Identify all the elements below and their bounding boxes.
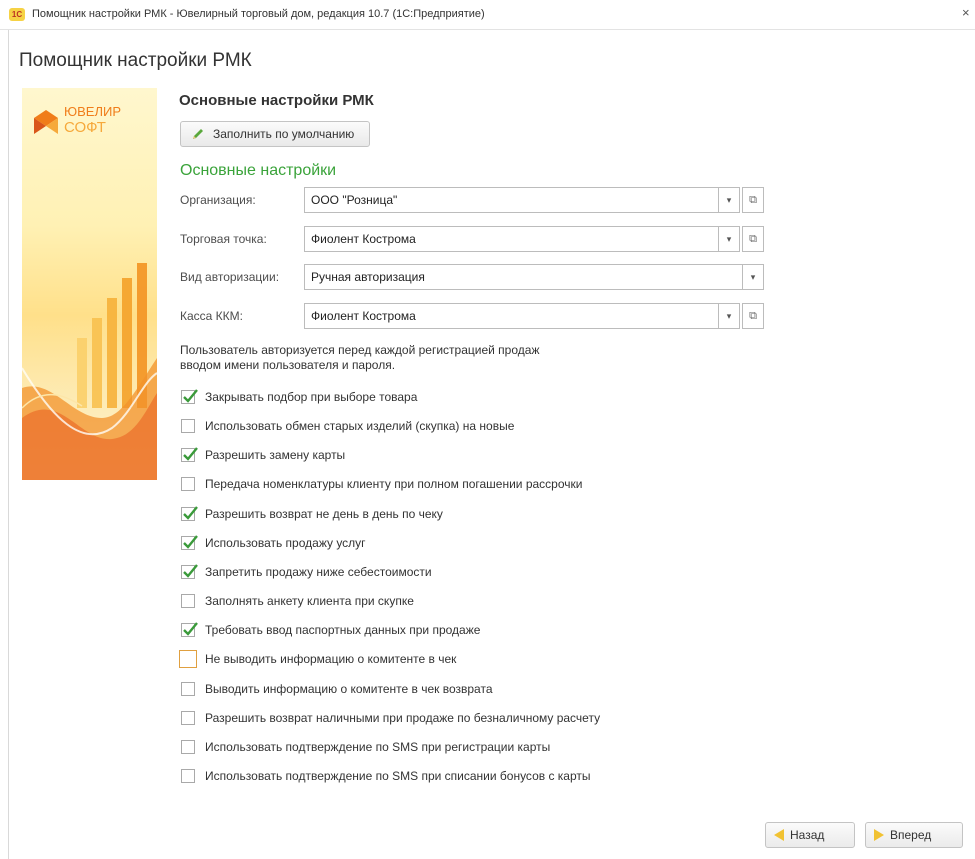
fill-default-label: Заполнить по умолчанию <box>213 127 355 141</box>
option-checkbox[interactable] <box>181 564 198 579</box>
section-title: Основные настройки РМК <box>179 92 374 109</box>
brand-artwork: ЮВЕЛИР СОФТ <box>22 104 157 480</box>
brand-panel: ЮВЕЛИР СОФТ <box>22 88 157 480</box>
option-label: Требовать ввод паспортных данных при про… <box>205 623 481 637</box>
option-label: Использовать подтверждение по SMS при ре… <box>205 740 551 754</box>
back-button[interactable]: Назад <box>765 822 855 848</box>
option-row[interactable]: Разрешить возврат не день в день по чеку <box>181 505 443 523</box>
option-label: Выводить информацию о комитенте в чек во… <box>205 682 493 696</box>
option-row[interactable]: Использовать подтверждение по SMS при ре… <box>181 738 550 756</box>
option-checkbox[interactable] <box>181 682 195 696</box>
option-row[interactable]: Разрешить возврат наличными при продаже … <box>181 709 600 727</box>
kkm-field[interactable]: Фиолент Кострома <box>304 303 719 329</box>
option-checkbox[interactable] <box>181 477 195 491</box>
left-divider <box>8 30 9 859</box>
page-title: Помощник настройки РМК <box>19 50 252 71</box>
checkmark-icon <box>183 389 198 403</box>
arrow-left-icon <box>774 829 784 841</box>
trade-point-label: Торговая точка: <box>180 232 267 246</box>
organization-open-icon[interactable]: ⧉ <box>742 187 764 213</box>
kkm-open-icon[interactable]: ⧉ <box>742 303 764 329</box>
checkmark-icon <box>183 622 198 636</box>
option-row[interactable]: Требовать ввод паспортных данных при про… <box>181 621 480 639</box>
option-checkbox[interactable] <box>179 650 197 668</box>
auth-info-line2: вводом имени пользователя и пароля. <box>180 358 396 372</box>
organization-dropdown-icon[interactable]: ▾ <box>718 187 740 213</box>
option-label: Использовать продажу услуг <box>205 536 366 550</box>
checkmark-icon <box>183 506 198 520</box>
organization-label: Организация: <box>180 193 256 207</box>
option-checkbox[interactable] <box>181 389 198 404</box>
option-row[interactable]: Передача номенклатуры клиенту при полном… <box>181 475 582 493</box>
option-label: Разрешить замену карты <box>205 448 346 462</box>
option-checkbox[interactable] <box>181 419 195 433</box>
option-row[interactable]: Заполнять анкету клиента при скупке <box>181 592 414 610</box>
option-checkbox[interactable] <box>181 769 195 783</box>
option-checkbox[interactable] <box>181 535 198 550</box>
option-row[interactable]: Закрывать подбор при выборе товара <box>181 388 417 406</box>
forward-label: Вперед <box>890 828 932 842</box>
checkmark-icon <box>183 564 198 578</box>
auth-type-field[interactable]: Ручная авторизация <box>304 264 743 290</box>
option-label: Использовать подтверждение по SMS при сп… <box>205 769 591 783</box>
pencil-icon <box>193 129 203 139</box>
checkmark-icon <box>183 535 198 549</box>
app-1c-icon: 1С <box>9 8 25 21</box>
option-label: Запретить продажу ниже себестоимости <box>205 565 432 579</box>
option-row[interactable]: Использовать обмен старых изделий (скупк… <box>181 417 514 435</box>
option-checkbox[interactable] <box>181 622 198 637</box>
option-label: Использовать обмен старых изделий (скупк… <box>205 419 515 433</box>
close-icon[interactable]: × <box>962 5 970 20</box>
back-label: Назад <box>790 828 825 842</box>
option-checkbox[interactable] <box>181 711 195 725</box>
fill-default-button[interactable]: Заполнить по умолчанию <box>180 121 370 147</box>
option-label: Закрывать подбор при выборе товара <box>205 390 418 404</box>
trade-point-field[interactable]: Фиолент Кострома <box>304 226 719 252</box>
trade-point-open-icon[interactable]: ⧉ <box>742 226 764 252</box>
organization-field[interactable]: ООО "Розница" <box>304 187 719 213</box>
option-row[interactable]: Запретить продажу ниже себестоимости <box>181 563 432 581</box>
option-row[interactable]: Использовать подтверждение по SMS при сп… <box>181 767 591 785</box>
trade-point-dropdown-icon[interactable]: ▾ <box>718 226 740 252</box>
brand-chart-art <box>22 263 157 480</box>
option-row[interactable]: Использовать продажу услуг <box>181 534 366 552</box>
window-title: Помощник настройки РМК - Ювелирный торго… <box>32 8 485 20</box>
forward-button[interactable]: Вперед <box>865 822 963 848</box>
checkmark-icon <box>183 447 198 461</box>
auth-type-label: Вид авторизации: <box>180 270 280 284</box>
window-titlebar: 1С Помощник настройки РМК - Ювелирный то… <box>0 0 975 30</box>
brand-line1: ЮВЕЛИР <box>64 104 121 119</box>
option-label: Не выводить информацию о комитенте в чек <box>205 652 457 666</box>
option-row[interactable]: Не выводить информацию о комитенте в чек <box>179 650 457 668</box>
option-row[interactable]: Выводить информацию о комитенте в чек во… <box>181 680 493 698</box>
auth-info-text: Пользователь авторизуется перед каждой р… <box>180 343 640 373</box>
option-label: Передача номенклатуры клиенту при полном… <box>205 477 583 491</box>
option-label: Разрешить возврат не день в день по чеку <box>205 507 443 521</box>
option-checkbox[interactable] <box>181 740 195 754</box>
brand-line2: СОФТ <box>64 119 106 136</box>
auth-type-dropdown-icon[interactable]: ▾ <box>742 264 764 290</box>
brand-logo-icon <box>34 110 58 134</box>
auth-info-line1: Пользователь авторизуется перед каждой р… <box>180 343 540 357</box>
kkm-dropdown-icon[interactable]: ▾ <box>718 303 740 329</box>
option-row[interactable]: Разрешить замену карты <box>181 446 345 464</box>
option-label: Разрешить возврат наличными при продаже … <box>205 711 601 725</box>
option-checkbox[interactable] <box>181 447 198 462</box>
arrow-right-icon <box>874 829 884 841</box>
option-checkbox[interactable] <box>181 594 195 608</box>
kkm-label: Касса ККМ: <box>180 309 243 323</box>
option-checkbox[interactable] <box>181 506 198 521</box>
option-label: Заполнять анкету клиента при скупке <box>205 594 414 608</box>
group-title: Основные настройки <box>180 162 337 179</box>
